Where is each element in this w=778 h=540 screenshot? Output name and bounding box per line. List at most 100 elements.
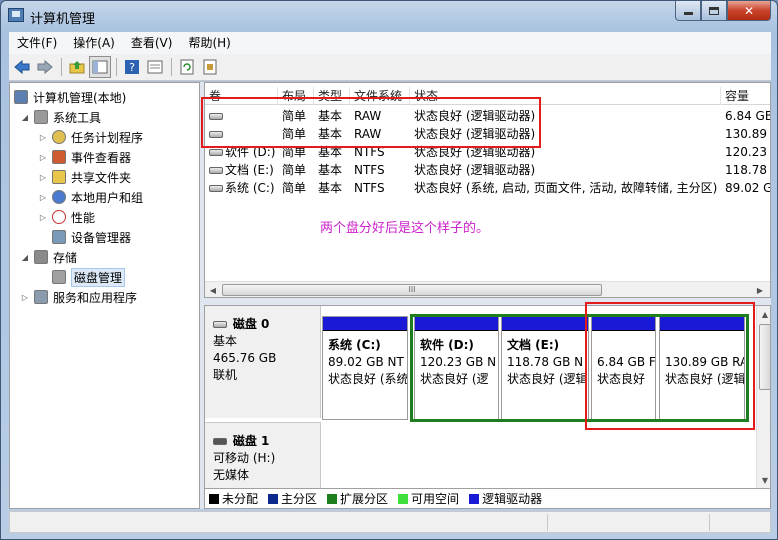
- scroll-down-icon[interactable]: ▼: [758, 473, 770, 487]
- minimize-icon: [683, 12, 693, 15]
- partition-bar: [323, 317, 407, 331]
- partition-status: 状态良好 (系统: [328, 372, 408, 386]
- back-button[interactable]: [11, 56, 33, 78]
- menu-help[interactable]: 帮助(H): [180, 33, 238, 53]
- up-folder-icon: [69, 61, 85, 74]
- tree-item-disk-management[interactable]: 磁盘管理: [52, 267, 126, 287]
- maximize-icon: [709, 6, 719, 15]
- disk-state: 联机: [213, 368, 238, 382]
- horizontal-scrollbar[interactable]: ◀ III ▶: [205, 281, 770, 297]
- disk-0-header: 磁盘 0: [213, 316, 320, 333]
- collapse-arrow-icon[interactable]: ◢: [20, 252, 30, 262]
- tree-item-performance[interactable]: ▷ 性能: [38, 208, 95, 226]
- menu-file[interactable]: 文件(F): [9, 33, 65, 53]
- menu-view[interactable]: 查看(V): [123, 33, 181, 53]
- table-row[interactable]: 系统 (C:) 简单 基本 NTFS 状态良好 (系统, 启动, 页面文件, 活…: [205, 179, 770, 197]
- capacity-cell: 6.84 GB: [725, 109, 771, 123]
- tree-item-local-users-groups[interactable]: ▷ 本地用户和组: [38, 188, 143, 206]
- expand-arrow-icon[interactable]: ▷: [38, 172, 48, 182]
- disk-icon: [209, 167, 223, 174]
- tree-item-device-manager[interactable]: 设备管理器: [52, 228, 131, 246]
- help-button[interactable]: ?: [121, 56, 143, 78]
- legend-label: 逻辑驱动器: [482, 492, 543, 506]
- legend-label: 未分配: [222, 492, 259, 506]
- disk-legend: 未分配 主分区 扩展分区 可用空间 逻辑驱动器: [204, 489, 771, 509]
- toolbar-separator: [171, 58, 172, 76]
- removable-disk-icon: [213, 438, 227, 445]
- scroll-left-icon[interactable]: ◀: [206, 283, 220, 297]
- help-icon: ?: [125, 60, 139, 74]
- capacity-cell: 120.23 G: [725, 145, 770, 159]
- raw-volumes-highlight: [201, 97, 541, 148]
- disk-0-label[interactable]: 磁盘 0 基本 465.76 GB 联机: [205, 306, 321, 418]
- tree-item-shared-folders[interactable]: ▷ 共享文件夹: [38, 168, 131, 186]
- title-bar[interactable]: 计算机管理 ✕: [1, 1, 777, 31]
- users-icon: [52, 190, 66, 204]
- expand-arrow-icon[interactable]: ▷: [38, 132, 48, 142]
- partition-title: 系统 (C:): [328, 338, 381, 352]
- scroll-up-icon[interactable]: ▲: [758, 307, 770, 321]
- status-cell: 状态良好 (系统, 启动, 页面文件, 活动, 故障转储, 主分区): [414, 181, 718, 195]
- partition-info: 系统 (C:) 89.02 GB NT 状态良好 (系统: [323, 331, 407, 388]
- tree-item-event-viewer[interactable]: ▷ 事件查看器: [38, 148, 131, 166]
- disk-type: 基本: [213, 334, 238, 348]
- type-cell: 基本: [318, 163, 343, 177]
- menu-bar: 文件(F) 操作(A) 查看(V) 帮助(H): [9, 32, 771, 54]
- export-button[interactable]: [199, 56, 221, 78]
- minimize-button[interactable]: [675, 1, 701, 21]
- expand-arrow-icon[interactable]: ▷: [38, 192, 48, 202]
- collapse-arrow-icon[interactable]: ◢: [20, 112, 30, 122]
- device-manager-icon: [52, 230, 66, 244]
- partition-c[interactable]: 系统 (C:) 89.02 GB NT 状态良好 (系统: [322, 316, 408, 420]
- tree-item-storage[interactable]: ◢ 存储: [20, 248, 77, 266]
- tree-item-task-scheduler[interactable]: ▷ 任务计划程序: [38, 128, 143, 146]
- disk-name: 磁盘 0: [232, 317, 270, 331]
- legend-swatch: [398, 493, 409, 504]
- legend-swatch: [268, 493, 279, 504]
- table-row[interactable]: 文档 (E:) 简单 基本 NTFS 状态良好 (逻辑驱动器) 118.78 G: [205, 161, 770, 179]
- window-controls: ✕: [675, 1, 771, 21]
- tree-item-system-tools[interactable]: ◢ 系统工具: [20, 108, 101, 126]
- toolbar-separator: [116, 58, 117, 76]
- computer-management-window: 计算机管理 ✕ 文件(F) 操作(A) 查看(V) 帮助(H) ? 计算机管理(…: [0, 0, 778, 540]
- tree-item-computer-management-local[interactable]: 计算机管理(本地): [14, 88, 126, 106]
- scrollbar-thumb[interactable]: [759, 324, 770, 390]
- scrollbar-thumb[interactable]: III: [222, 284, 602, 296]
- vertical-scrollbar[interactable]: ▲ ▼: [756, 306, 770, 488]
- properties-button[interactable]: [144, 56, 166, 78]
- legend-label: 主分区: [281, 492, 318, 506]
- close-icon: ✕: [743, 3, 755, 18]
- type-cell: 基本: [318, 181, 343, 195]
- event-viewer-icon: [52, 150, 66, 164]
- expand-arrow-icon[interactable]: ▷: [38, 212, 48, 222]
- column-header-capacity[interactable]: 容量: [721, 87, 770, 105]
- forward-button[interactable]: [34, 56, 56, 78]
- legend-label: 可用空间: [411, 492, 460, 506]
- layout-cell: 简单: [282, 181, 307, 195]
- navigation-tree: 计算机管理(本地) ◢ 系统工具 ▷ 任务计划程序 ▷ 事件查看器 ▷ 共享文件…: [9, 82, 200, 509]
- storage-icon: [34, 250, 48, 264]
- refresh-button[interactable]: [176, 56, 198, 78]
- annotation-text: 两个盘分好后是这个样子的。: [320, 221, 490, 236]
- maximize-button[interactable]: [701, 1, 727, 21]
- up-level-button[interactable]: [66, 56, 88, 78]
- menu-action[interactable]: 操作(A): [65, 33, 123, 53]
- toolbar: ?: [9, 54, 771, 81]
- expand-arrow-icon[interactable]: ▷: [38, 152, 48, 162]
- close-button[interactable]: ✕: [727, 1, 771, 21]
- back-arrow-icon: [14, 60, 30, 74]
- toolbar-separator: [61, 58, 62, 76]
- show-hide-tree-button[interactable]: [89, 56, 111, 78]
- disk-state: 无媒体: [213, 468, 250, 482]
- expand-arrow-icon[interactable]: ▷: [20, 292, 30, 302]
- scroll-right-icon[interactable]: ▶: [753, 283, 767, 297]
- filesystem-cell: NTFS: [354, 163, 385, 177]
- disk-1-label[interactable]: 磁盘 1 可移动 (H:) 无媒体: [205, 422, 321, 488]
- scrollbar-grip: III: [408, 285, 416, 294]
- disk-icon: [209, 149, 223, 156]
- layout-cell: 简单: [282, 163, 307, 177]
- filesystem-cell: NTFS: [354, 181, 385, 195]
- tree-item-services-applications[interactable]: ▷ 服务和应用程序: [20, 288, 137, 306]
- volume-name: 文档 (E:): [225, 163, 274, 177]
- properties-icon: [147, 60, 163, 74]
